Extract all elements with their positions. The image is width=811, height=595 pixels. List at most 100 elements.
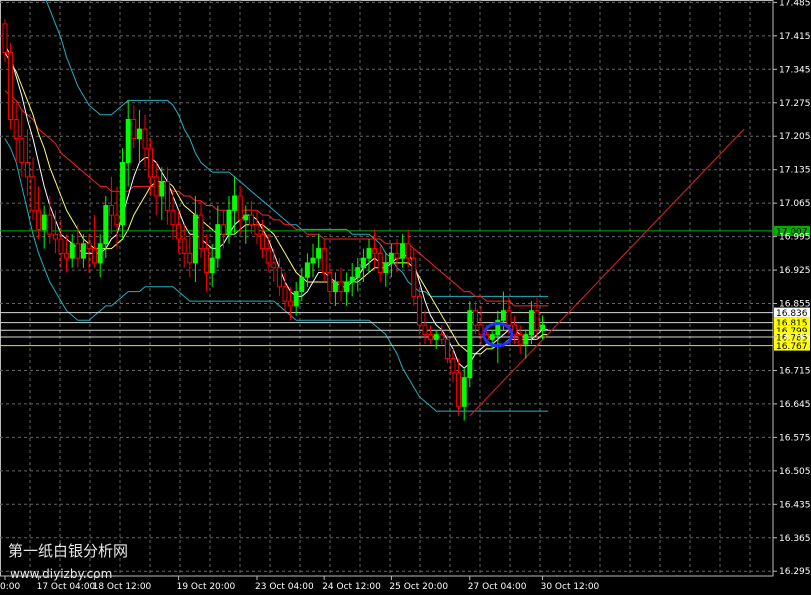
y-tick-label: 17.205 <box>779 132 811 142</box>
candle-body <box>394 252 400 259</box>
watermark-line2: www.diyizby.com <box>10 567 112 581</box>
candle-body <box>215 224 221 259</box>
candle-body <box>243 214 249 221</box>
candle-body <box>416 295 422 326</box>
y-tick-label: 16.645 <box>779 400 811 410</box>
y-tick-label: 17.135 <box>779 166 811 176</box>
candle-body <box>125 119 131 164</box>
y-tick-label: 16.995 <box>779 233 811 243</box>
candle-body <box>209 257 215 273</box>
candle-body <box>400 243 406 259</box>
moving-averages <box>4 42 549 369</box>
candle-body <box>80 243 86 259</box>
candle-body <box>338 281 344 293</box>
candle-body <box>52 233 58 240</box>
candle-body <box>444 338 450 360</box>
candle-body <box>293 291 299 307</box>
y-tick-label: 16.575 <box>779 433 811 443</box>
price-axis: 17.485 17.415 17.345 17.275 17.205 17.135 17.0… <box>773 0 811 577</box>
y-tick-label: 16.435 <box>779 500 811 510</box>
candle-body <box>232 195 238 211</box>
bollinger-upper-line <box>45 0 549 297</box>
x-tick-label: 17 Oct 04:00 <box>37 582 96 592</box>
candle-body <box>164 181 170 211</box>
y-tick-label: 16.295 <box>779 567 811 577</box>
y-tick-label: 16.925 <box>779 266 811 276</box>
candle-body <box>8 52 14 121</box>
y-tick-label: 16.505 <box>779 467 811 477</box>
candle-body <box>131 119 137 140</box>
candle-body <box>366 248 372 259</box>
candle-body <box>528 310 534 336</box>
candle-body <box>36 209 42 230</box>
candle-body <box>534 310 540 331</box>
candle-body <box>13 119 19 140</box>
candle-body <box>388 252 394 264</box>
candle-body <box>108 205 114 216</box>
candle-body <box>170 209 176 226</box>
y-tick-label: 16.785 <box>779 333 811 343</box>
candle-body <box>271 262 277 269</box>
candle-body <box>467 310 473 379</box>
x-tick-label: 19 Oct 20:00 <box>177 582 236 592</box>
candle-body <box>377 252 383 273</box>
candle-body <box>2 23 8 54</box>
candle-body <box>192 214 198 264</box>
x-tick-label: 18 Oct 12:00 <box>93 582 152 592</box>
candle-body <box>153 176 159 197</box>
candle-body <box>472 310 478 326</box>
candle-body <box>422 324 428 336</box>
level-tag-label: 16.767 <box>776 342 808 352</box>
candle-body <box>405 243 411 259</box>
candle-body <box>316 248 322 259</box>
candle-body <box>187 252 193 264</box>
plot-frame <box>0 0 774 577</box>
candle-body <box>260 233 266 250</box>
y-tick-label: 17.065 <box>779 199 811 209</box>
candle-body <box>489 334 495 340</box>
candle-body <box>176 224 182 240</box>
candle-body <box>332 281 338 293</box>
candle-body <box>58 238 64 254</box>
candle-body <box>41 214 47 230</box>
candle-body <box>254 224 260 235</box>
level-tag-label: 16.836 <box>776 309 808 319</box>
candle-body <box>523 334 529 345</box>
candle-body <box>517 334 523 345</box>
candle-body <box>220 224 226 235</box>
candle-body <box>461 377 467 407</box>
candle-body <box>265 248 271 264</box>
candle-body <box>456 372 462 407</box>
trendline[interactable] <box>469 128 745 417</box>
y-tick-label: 16.715 <box>779 366 811 376</box>
y-tick-label: 17.415 <box>779 32 811 42</box>
candle-body <box>136 128 142 140</box>
candle-body <box>181 238 187 254</box>
candle-body <box>327 271 333 293</box>
candle-body <box>540 324 546 331</box>
ma-red-line <box>4 90 549 307</box>
candle-body <box>383 262 389 273</box>
candle-body <box>282 286 288 302</box>
candle-body <box>142 128 148 149</box>
candle-body <box>288 300 294 307</box>
candle-body <box>360 257 366 269</box>
candle-body <box>92 248 98 264</box>
candle-body <box>97 243 103 264</box>
candle-body <box>103 205 109 245</box>
price-chart[interactable]: 17.00716.83616.81516.79916.78516.767 17.… <box>0 0 811 595</box>
candle-body <box>349 276 355 283</box>
candle-body <box>86 243 92 250</box>
candle-body <box>69 243 75 259</box>
x-tick-label: 27 Oct 04:00 <box>468 582 527 592</box>
chart-grid <box>0 0 774 577</box>
y-tick-label: 17.275 <box>779 99 811 109</box>
candle-body <box>64 252 70 259</box>
y-tick-label: 17.345 <box>779 65 811 75</box>
candle-body <box>450 358 456 374</box>
trendline-line <box>469 128 745 417</box>
x-tick-label: 0:00 <box>0 582 20 592</box>
x-tick-label: 30 Oct 12:00 <box>541 582 600 592</box>
candle-body <box>47 214 53 235</box>
candle-body <box>433 334 439 340</box>
